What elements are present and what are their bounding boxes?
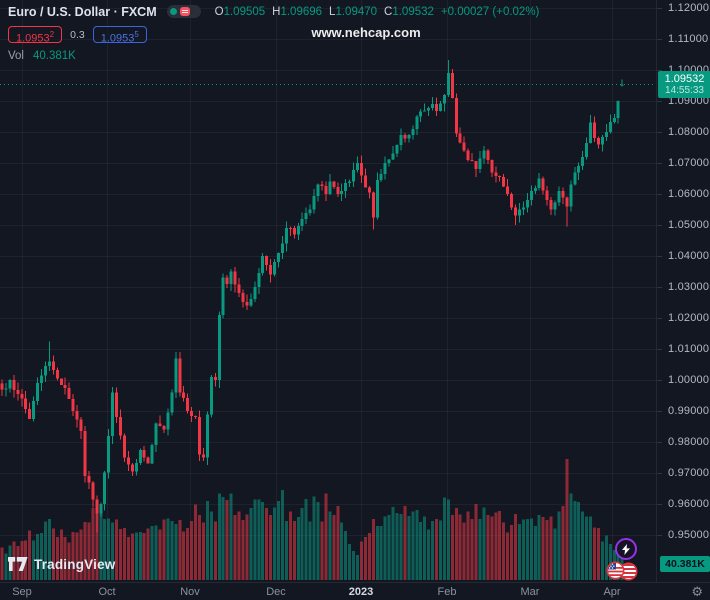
chart-legend: Euro / U.S. Dollar · FXCM O1.09505 H1.09… bbox=[8, 3, 539, 62]
price-tick-label: 1.06000 bbox=[668, 188, 710, 200]
price-tick-mark bbox=[657, 225, 662, 226]
price-tick-mark bbox=[657, 442, 662, 443]
price-tick-label: 1.07000 bbox=[668, 157, 710, 169]
lightning-bolt-icon bbox=[622, 543, 630, 555]
price-tick-label: 1.02000 bbox=[668, 312, 710, 324]
price-tick-label: 0.97000 bbox=[668, 467, 710, 479]
open-label: O bbox=[214, 5, 224, 18]
price-axis[interactable]: 1.12000 1.11000 1.10000 1.09000 1.08000 1.070… bbox=[656, 0, 710, 582]
price-tick-mark bbox=[657, 39, 662, 40]
price-tick-label: 1.01000 bbox=[668, 343, 710, 355]
sell-button[interactable]: 1.09532 bbox=[8, 26, 63, 45]
time-label-month: Feb bbox=[437, 586, 457, 598]
price-tick-label: 0.96000 bbox=[668, 498, 710, 510]
low-value: 1.09470 bbox=[335, 5, 378, 18]
time-label-month: Sep bbox=[12, 586, 32, 598]
price-tick-mark bbox=[657, 318, 662, 319]
price-tick-mark bbox=[657, 535, 662, 536]
price-tick-label: 0.95000 bbox=[668, 529, 710, 541]
price-tick-label: 1.00000 bbox=[668, 374, 710, 386]
price-tick-label: 1.04000 bbox=[668, 250, 710, 262]
green-dot-icon bbox=[169, 8, 177, 15]
time-label-month: Dec bbox=[266, 586, 286, 598]
price-tick-mark bbox=[657, 163, 662, 164]
price-tick-mark bbox=[657, 8, 662, 9]
price-tick-label: 0.99000 bbox=[668, 405, 710, 417]
price-tick-label: 1.03000 bbox=[668, 281, 710, 293]
buy-button[interactable]: 1.09535 bbox=[92, 26, 147, 45]
trading-lightning-icon[interactable] bbox=[615, 538, 637, 560]
volume-indicator-value: 40.381K bbox=[33, 50, 76, 62]
candlestick-chart[interactable] bbox=[0, 0, 656, 582]
time-label-month: Nov bbox=[180, 586, 200, 598]
tradingview-logo[interactable]: TradingView bbox=[8, 557, 115, 572]
price-tick-mark bbox=[657, 132, 662, 133]
pink-menu-icon bbox=[179, 7, 190, 16]
price-tick-mark bbox=[657, 287, 662, 288]
time-label-month: Apr bbox=[603, 586, 621, 598]
time-axis[interactable]: Sep Oct Nov Dec 2023 Feb Mar Apr ⚙ bbox=[0, 582, 710, 600]
tradingview-chart-window: 1.12000 1.11000 1.10000 1.09000 1.08000 1.070… bbox=[0, 0, 710, 600]
last-price-badge: 1.09532 14:55:33 bbox=[658, 71, 710, 98]
volume-indicator-row[interactable]: Vol 40.381K bbox=[8, 50, 539, 62]
price-tick-mark bbox=[657, 411, 662, 412]
price-tick-mark bbox=[657, 349, 662, 350]
price-tick-label: 0.98000 bbox=[668, 436, 710, 448]
change-value: +0.00027 (+0.02%) bbox=[440, 5, 540, 18]
gear-icon[interactable]: ⚙ bbox=[691, 584, 703, 600]
spread-value: 0.3 bbox=[70, 28, 85, 41]
ohlc-readout: O1.09505 H1.09696 L1.09470 C1.09532 +0.0… bbox=[215, 6, 540, 18]
price-tick-label: 1.08000 bbox=[668, 126, 710, 138]
volume-axis-badge: 40.381K bbox=[660, 556, 710, 572]
volume-indicator-label: Vol bbox=[8, 50, 24, 62]
tradingview-wordmark: TradingView bbox=[34, 557, 116, 572]
time-label-month: Mar bbox=[520, 586, 540, 598]
price-tick-label: 1.12000 bbox=[668, 2, 710, 14]
time-label-year: 2023 bbox=[348, 586, 374, 598]
price-tick-mark bbox=[657, 380, 662, 381]
time-label-month: Oct bbox=[98, 586, 116, 598]
price-tick-mark bbox=[657, 504, 662, 505]
countdown-timer: 14:55:33 bbox=[665, 84, 704, 96]
open-value: 1.09505 bbox=[223, 5, 266, 18]
symbol-title[interactable]: Euro / U.S. Dollar · FXCM bbox=[8, 5, 157, 19]
price-tick-mark bbox=[657, 256, 662, 257]
price-tick-label: 1.05000 bbox=[668, 219, 710, 231]
high-value: 1.09696 bbox=[280, 5, 323, 18]
price-tick-mark bbox=[657, 473, 662, 474]
price-tick-mark bbox=[657, 101, 662, 102]
close-value: 1.09532 bbox=[392, 5, 434, 18]
legend-toggle-pill[interactable] bbox=[166, 5, 201, 18]
symbol-flags-icon[interactable] bbox=[605, 560, 639, 582]
pane-corner-icons bbox=[605, 538, 653, 586]
last-price-value: 1.09532 bbox=[664, 72, 705, 85]
price-tick-mark bbox=[657, 194, 662, 195]
tradingview-mark-icon bbox=[8, 557, 28, 571]
price-tick-label: 1.11000 bbox=[668, 33, 709, 45]
